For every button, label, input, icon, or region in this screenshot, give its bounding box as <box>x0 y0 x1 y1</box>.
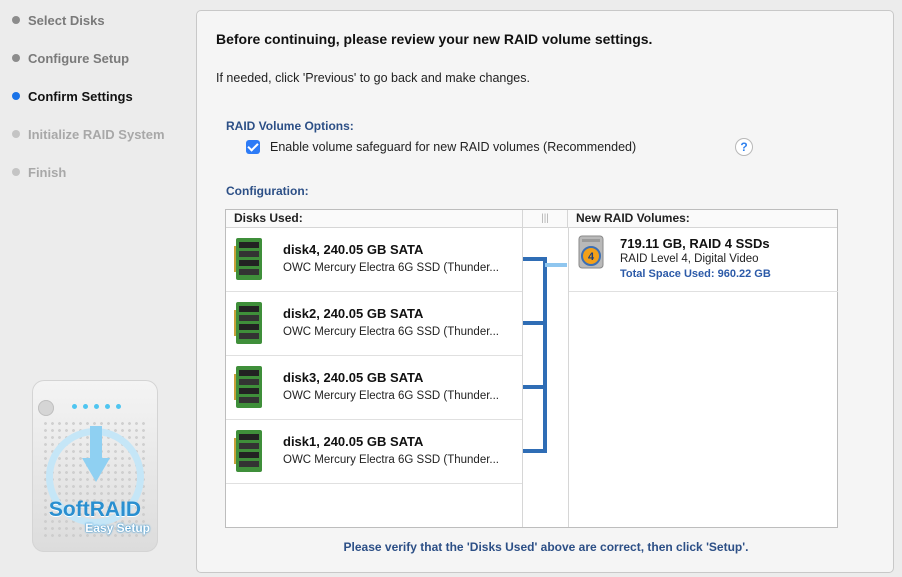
raid-volume-icon: 4 <box>578 235 604 269</box>
disk-description: OWC Mercury Electra 6G SSD (Thunder... <box>283 454 500 466</box>
disk-description: OWC Mercury Electra 6G SSD (Thunder... <box>283 326 500 338</box>
disk-name: disk2, 240.05 GB SATA <box>283 306 424 321</box>
page-heading: Before continuing, please review your ne… <box>216 31 653 47</box>
raid-volumes-list: 4 719.11 GB, RAID 4 SSDs RAID Level 4, D… <box>568 228 838 527</box>
safeguard-option[interactable]: Enable volume safeguard for new RAID vol… <box>246 140 636 154</box>
step-select-disks: Select Disks <box>12 10 105 30</box>
safeguard-checkbox[interactable] <box>246 140 260 154</box>
disk-description: OWC Mercury Electra 6G SSD (Thunder... <box>283 262 500 274</box>
down-arrow-icon <box>82 426 110 482</box>
volume-total-space: Total Space Used: 960.22 GB <box>620 268 771 280</box>
step-status-dot <box>12 16 20 24</box>
drive-leds-icon <box>72 404 121 409</box>
step-label: Initialize RAID System <box>28 126 165 142</box>
raid-volume-row[interactable]: 4 719.11 GB, RAID 4 SSDs RAID Level 4, D… <box>569 228 838 292</box>
disk-row-disk3[interactable]: disk3, 240.05 GB SATA OWC Mercury Electr… <box>226 356 522 420</box>
disks-used-header[interactable]: Disks Used: <box>234 210 303 227</box>
logo-subtitle: Easy Setup <box>85 521 150 535</box>
step-confirm-settings: Confirm Settings <box>12 86 133 106</box>
ssd-disk-icon <box>234 238 262 280</box>
step-initialize-raid: Initialize RAID System <box>12 124 165 144</box>
new-raid-volumes-header[interactable]: New RAID Volumes: <box>576 210 690 227</box>
disks-list: disk4, 240.05 GB SATA OWC Mercury Electr… <box>226 228 523 527</box>
step-status-dot <box>12 168 20 176</box>
step-status-dot <box>12 130 20 138</box>
step-status-dot <box>12 54 20 62</box>
ssd-disk-icon <box>234 366 262 408</box>
volume-subtitle: RAID Level 4, Digital Video <box>620 253 759 265</box>
raid-options-title: RAID Volume Options: <box>226 119 354 133</box>
main-panel: Before continuing, please review your ne… <box>196 10 894 573</box>
step-label: Configure Setup <box>28 50 130 66</box>
disk-name: disk4, 240.05 GB SATA <box>283 242 424 257</box>
disk-row-disk2[interactable]: disk2, 240.05 GB SATA OWC Mercury Electr… <box>226 292 522 356</box>
connector-bracket-icon <box>521 257 567 453</box>
safeguard-label[interactable]: Enable volume safeguard for new RAID vol… <box>270 140 636 154</box>
step-finish: Finish <box>12 162 66 182</box>
step-label: Finish <box>28 164 67 180</box>
page-subtext: If needed, click 'Previous' to go back a… <box>216 71 530 85</box>
header-separator <box>567 210 568 227</box>
configuration-title: Configuration: <box>226 184 309 198</box>
sidebar: Select Disks Configure Setup Confirm Set… <box>0 0 190 577</box>
configuration-table: Disks Used: ||| New RAID Volumes: disk4,… <box>225 209 838 528</box>
ssd-disk-icon <box>234 430 262 472</box>
step-status-dot <box>12 92 20 100</box>
disk-row-disk1[interactable]: disk1, 240.05 GB SATA OWC Mercury Electr… <box>226 420 522 484</box>
disk-name: disk1, 240.05 GB SATA <box>283 434 424 449</box>
logo-title: SoftRAID <box>48 498 142 521</box>
verification-note: Please verify that the 'Disks Used' abov… <box>343 540 749 554</box>
softraid-logo: SoftRAID Easy Setup <box>32 380 158 552</box>
disk-name: disk3, 240.05 GB SATA <box>283 370 424 385</box>
disk-description: OWC Mercury Electra 6G SSD (Thunder... <box>283 390 500 402</box>
step-label: Select Disks <box>28 12 105 28</box>
drive-button-icon <box>38 400 54 416</box>
raid-level-badge: 4 <box>588 251 595 263</box>
disk-row-disk4[interactable]: disk4, 240.05 GB SATA OWC Mercury Electr… <box>226 228 522 292</box>
volume-title: 719.11 GB, RAID 4 SSDs <box>620 236 770 251</box>
disk-volume-connector <box>521 228 567 527</box>
column-resize-handle[interactable]: ||| <box>523 210 567 227</box>
ssd-disk-icon <box>234 302 262 344</box>
help-button[interactable]: ? <box>735 138 753 156</box>
step-configure-setup: Configure Setup <box>12 48 129 68</box>
step-label: Confirm Settings <box>28 88 133 104</box>
